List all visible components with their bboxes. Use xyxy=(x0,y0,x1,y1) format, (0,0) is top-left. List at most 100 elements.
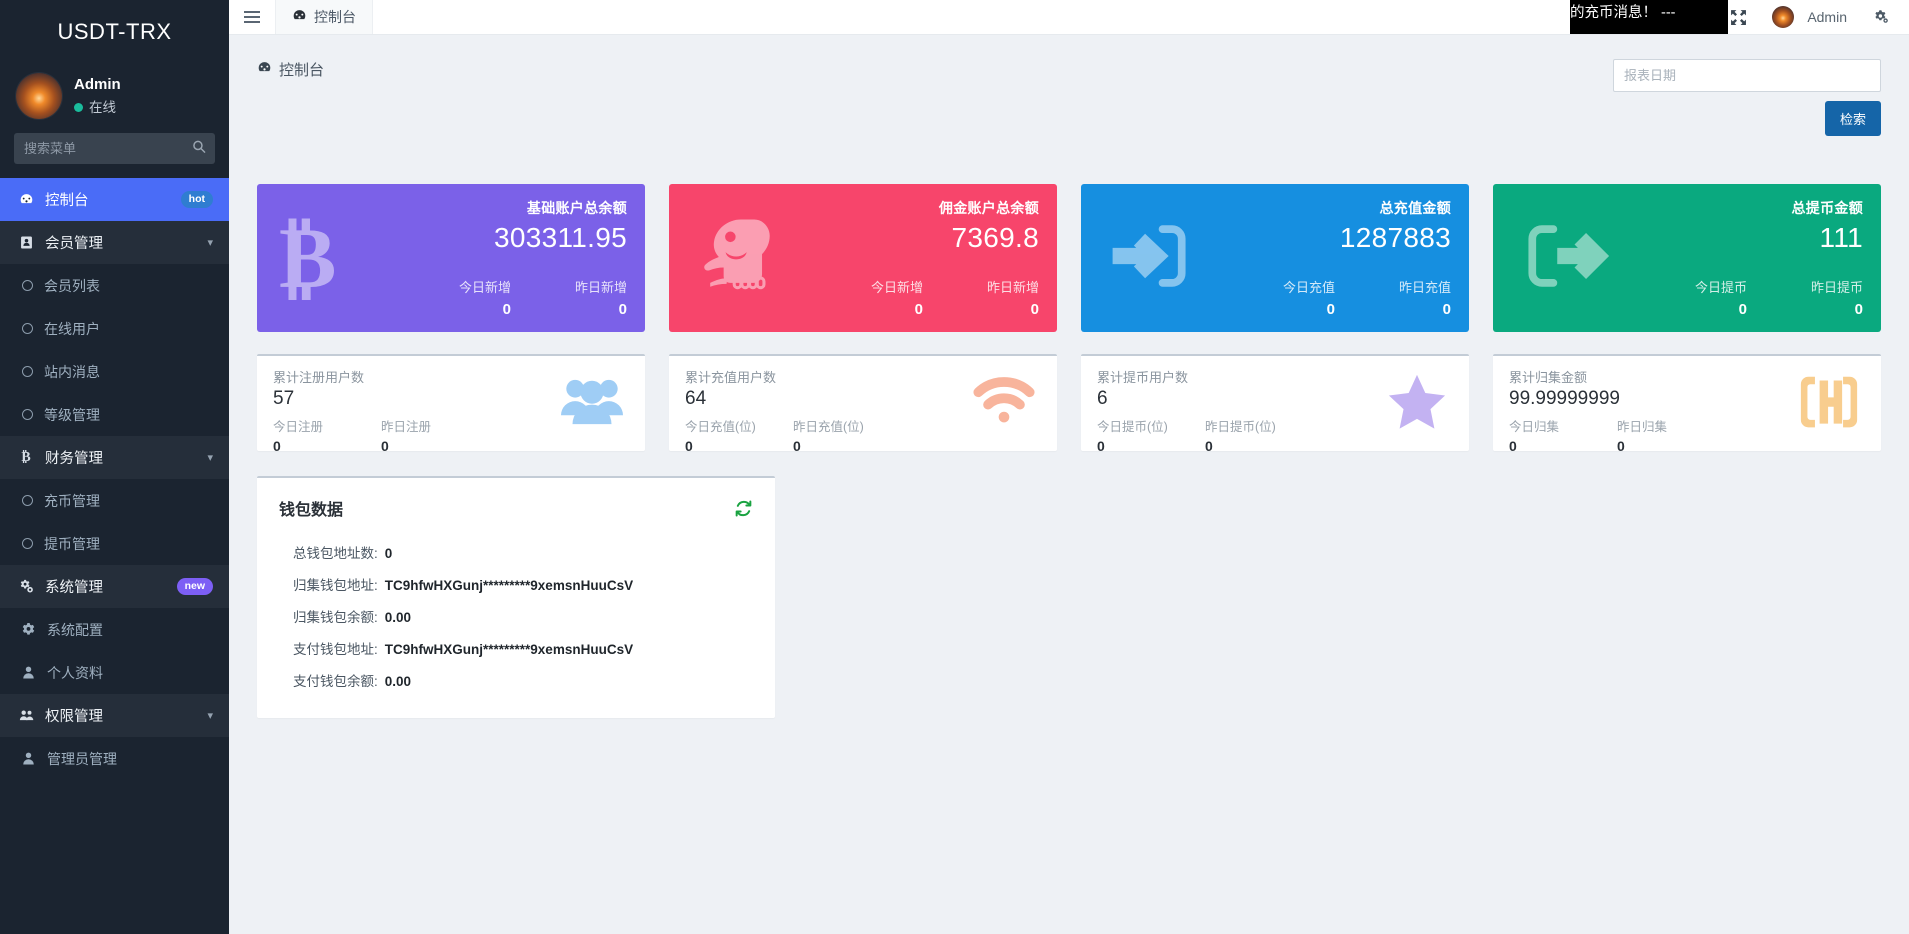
sidebar-item-1[interactable]: 会员管理▾ xyxy=(0,221,229,264)
stat-card-yesterday-value: 0 xyxy=(381,438,489,454)
wallet-row-label: 总钱包地址数: xyxy=(293,542,378,562)
circle-icon xyxy=(22,495,33,506)
breadcrumb-row: 控制台 检索 xyxy=(229,35,1909,136)
stat-card-today-label: 今日充值(位) xyxy=(685,416,793,435)
report-filter: 检索 xyxy=(1613,59,1881,136)
sidebar-item-7[interactable]: 充币管理 xyxy=(0,479,229,522)
sidebar-item-label: 等级管理 xyxy=(44,405,213,425)
notification-banner[interactable]: 的充币消息！ --- xyxy=(1570,0,1728,34)
report-date-input[interactable] xyxy=(1613,59,1881,92)
gears-icon[interactable] xyxy=(1861,0,1901,34)
stat-card-yesterday-value: 0 xyxy=(1617,438,1725,454)
refresh-icon[interactable] xyxy=(734,499,753,518)
sidebar-item-10[interactable]: 系统配置 xyxy=(0,608,229,651)
wallet-row-value: 0.00 xyxy=(385,610,411,625)
stat-card-yesterday-value: 0 xyxy=(1795,301,1863,318)
stat-card-yesterday-value: 0 xyxy=(793,438,901,454)
stat-card-yesterday-label: 昨日充值(位) xyxy=(793,416,901,435)
header-user-name: Admin xyxy=(1807,9,1847,25)
sidebar-item-11[interactable]: 个人资料 xyxy=(0,651,229,694)
sidebar-nav: 控制台hot会员管理▾会员列表在线用户站内消息等级管理₿财务管理▾充币管理提币管… xyxy=(0,178,229,780)
sidebar-item-0[interactable]: 控制台hot xyxy=(0,178,229,221)
sidebar-item-6[interactable]: ₿财务管理▾ xyxy=(0,436,229,479)
circle-icon xyxy=(22,323,33,334)
stat-card-today-label: 今日归集 xyxy=(1509,416,1617,435)
sidebar-item-2[interactable]: 会员列表 xyxy=(0,264,229,307)
tab-console-label: 控制台 xyxy=(314,7,356,27)
sidebar-badge: hot xyxy=(181,191,213,209)
sidebar-user-block[interactable]: Admin 在线 xyxy=(0,63,229,133)
stat-card-white-3: 累计归集金额 99.99999999 今日归集 0 昨日归集 0 xyxy=(1493,354,1881,451)
wallet-row: 归集钱包地址: TC9hfwHXGunj*********9xemsnHuuCs… xyxy=(279,568,753,600)
hamburger-icon[interactable] xyxy=(229,0,275,34)
sidebar-item-9[interactable]: 系统管理new xyxy=(0,565,229,608)
users-icon xyxy=(16,708,36,723)
stat-card-today-value: 0 xyxy=(1509,438,1617,454)
sidebar-item-label: 在线用户 xyxy=(44,319,213,339)
bitcoin-icon: ₿ xyxy=(16,450,36,466)
users-group-icon xyxy=(561,374,623,434)
sidebar-item-3[interactable]: 在线用户 xyxy=(0,307,229,350)
sidebar-item-label: 控制台 xyxy=(45,189,181,210)
stat-card-yesterday-label: 昨日归集 xyxy=(1617,416,1725,435)
circle-icon xyxy=(22,538,33,549)
sidebar-item-label: 会员列表 xyxy=(44,276,213,296)
wallet-rows: 总钱包地址数: 0 归集钱包地址: TC9hfwHXGunj*********9… xyxy=(279,536,753,696)
sidebar-item-5[interactable]: 等级管理 xyxy=(0,393,229,436)
notification-text: 的充币消息！ --- xyxy=(1570,1,1676,22)
stat-card-today-value: 0 xyxy=(1267,301,1335,318)
wallet-row-label: 支付钱包余额: xyxy=(293,670,378,690)
stat-card-yesterday-value: 0 xyxy=(559,301,627,318)
stat-card-today-label: 今日新增 xyxy=(855,277,923,296)
hand-holding-coin-icon xyxy=(691,208,787,308)
breadcrumb: 控制台 xyxy=(257,59,324,80)
avatar xyxy=(1772,6,1794,28)
wallet-row-label: 支付钱包地址: xyxy=(293,638,378,658)
wifi-icon xyxy=(973,376,1035,432)
dashboard-icon xyxy=(16,192,36,207)
stat-card-yesterday-value: 0 xyxy=(971,301,1039,318)
stat-card-today-label: 今日注册 xyxy=(273,416,381,435)
stat-card-today-label: 今日提币 xyxy=(1679,277,1747,296)
sidebar-item-4[interactable]: 站内消息 xyxy=(0,350,229,393)
wallet-row: 归集钱包余额: 0.00 xyxy=(279,600,753,632)
circle-icon xyxy=(22,409,33,420)
sidebar-item-label: 提币管理 xyxy=(44,534,213,554)
sidebar-user-name: Admin xyxy=(74,75,121,95)
stat-card-today-value: 0 xyxy=(685,438,793,454)
stat-card-yesterday-value: 0 xyxy=(1383,301,1451,318)
main-content: 控制台 检索 ₿ 基础账户总余额 303311.95 今日新增 0 昨日新增 0 xyxy=(229,35,1909,934)
bitcoin-icon: ₿ xyxy=(279,215,336,301)
sidebar: USDT-TRX Admin 在线 控制台hot会员管理▾会员列表在线用户站内消… xyxy=(0,0,229,934)
wallet-row: 支付钱包地址: TC9hfwHXGunj*********9xemsnHuuCs… xyxy=(279,632,753,664)
wallet-row: 总钱包地址数: 0 xyxy=(279,536,753,568)
stat-card-color-1: 佣金账户总余额 7369.8 今日新增 0 昨日新增 0 xyxy=(669,184,1057,332)
stat-card-today-value: 0 xyxy=(1679,301,1747,318)
top-header: 控制台 的充币消息！ --- 清除缓存 A xyxy=(229,0,1909,35)
chevron-down-icon: ▾ xyxy=(207,709,213,722)
sidebar-item-label: 系统配置 xyxy=(47,620,213,640)
menu-search-wrapper xyxy=(0,133,229,178)
tab-console[interactable]: 控制台 xyxy=(275,0,373,34)
stat-card-yesterday-label: 昨日注册 xyxy=(381,416,489,435)
stat-card-today-value: 0 xyxy=(443,301,511,318)
wallet-row-value: 0.00 xyxy=(385,674,411,689)
search-input[interactable] xyxy=(14,133,215,164)
sidebar-item-8[interactable]: 提币管理 xyxy=(0,522,229,565)
search-button[interactable]: 检索 xyxy=(1825,101,1881,136)
wallet-row-value: 0 xyxy=(385,546,393,561)
stat-card-today-value: 0 xyxy=(273,438,381,454)
online-dot-icon xyxy=(74,103,83,112)
sidebar-item-12[interactable]: 权限管理▾ xyxy=(0,694,229,737)
stat-card-today-value: 0 xyxy=(1097,438,1205,454)
stat-card-yesterday-label: 昨日充值 xyxy=(1383,277,1451,296)
app-brand-title: USDT-TRX xyxy=(0,0,229,63)
sidebar-user-status-label: 在线 xyxy=(89,99,116,117)
sign-out-arrow-icon xyxy=(1515,208,1611,308)
sidebar-item-13[interactable]: 管理员管理 xyxy=(0,737,229,780)
dashboard-icon xyxy=(257,60,272,79)
header-user-menu[interactable]: Admin xyxy=(1758,0,1861,34)
wallet-row-value: TC9hfwHXGunj*********9xemsnHuuCsV xyxy=(385,642,633,657)
sidebar-item-label: 充币管理 xyxy=(44,491,213,511)
stat-card-today-label: 今日充值 xyxy=(1267,277,1335,296)
